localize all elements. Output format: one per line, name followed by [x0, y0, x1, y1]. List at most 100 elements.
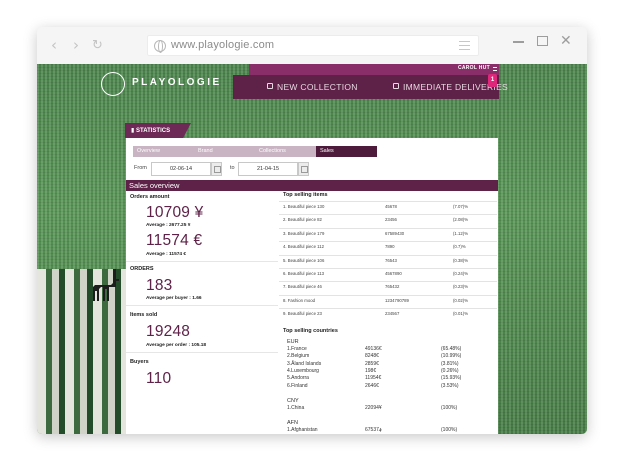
tab-collections[interactable]: Collections [255, 146, 316, 157]
nav-new-collection[interactable]: NEW COLLECTION [277, 82, 358, 92]
item-name: 7. Beautiful piece 46 [283, 284, 322, 290]
close-button[interactable]: ✕ [560, 33, 572, 49]
currency-label: CNY [287, 397, 299, 404]
country-name: 3.Åland Islands [287, 360, 322, 367]
tab-statistics[interactable]: ▮ STATISTICS [125, 123, 191, 138]
country-name: 6.Finland [287, 382, 308, 389]
country-name: 1.France [287, 346, 307, 352]
orders-label: ORDERS [130, 266, 154, 272]
table-row: 9. Beautiful piece 23 234567 (0.01)% [279, 308, 497, 317]
table-row: 3. Beautiful piece 179 67589430 (1.12)% [279, 227, 497, 237]
item-name: 1. Beautiful piece 130 [283, 204, 325, 209]
item-share: (0.38)% [453, 257, 469, 263]
item-quantity: 765432 [385, 284, 400, 290]
site-logo[interactable]: PLAYOLOGIE [132, 77, 222, 88]
item-name: 2. Beautiful piece 82 [283, 217, 322, 223]
tab-sales[interactable]: Sales [316, 146, 377, 157]
avg-eur: Average : 11574 € [146, 252, 187, 257]
country-amount: 8248€ [365, 353, 379, 360]
country-name: 2.Belgium [287, 353, 310, 360]
item-name: 4. Beautiful piece 112 [283, 244, 325, 250]
country-amount: 198€ [365, 367, 377, 374]
country-share: (15.93%) [441, 375, 462, 382]
item-quantity: 7890 [385, 244, 395, 250]
main-nav: NEW COLLECTION IMMEDIATE DELIVERIES [233, 75, 508, 99]
country-name: 5.Andorra [287, 375, 309, 382]
maximize-button[interactable] [537, 36, 548, 46]
country-share: (100%) [441, 427, 458, 434]
country-amount: 11954€ [365, 375, 382, 382]
reload-icon[interactable]: ↻ [92, 38, 103, 53]
amount-yen: 10709 ¥ [146, 204, 204, 221]
table-row: 8. Fashion mood 1234790789 (0.02)% [279, 294, 497, 304]
item-share: (1.12)% [453, 230, 469, 236]
currency-label: EUR [287, 339, 299, 345]
address-bar[interactable]: www.playologie.com [147, 35, 479, 56]
country-share: (3.81%) [441, 360, 459, 367]
collection-icon [267, 83, 273, 89]
item-quantity: 23456 [385, 217, 397, 223]
user-menu-icon[interactable] [493, 67, 497, 71]
country-share: (65.48%) [441, 346, 462, 352]
tab-statistics-label: STATISTICS [135, 128, 171, 134]
forward-button[interactable]: › [73, 38, 79, 53]
browser-window: ‹ › ↻ www.playologie.com ✕ PLAYOLOGIE CA… [37, 27, 587, 434]
item-share: (0.7)% [453, 244, 466, 250]
delivery-icon [393, 83, 399, 89]
from-calendar-icon[interactable] [211, 162, 222, 176]
country-amount: 2646€ [365, 382, 379, 389]
chart-icon: ▮ [131, 127, 135, 134]
items-avg: Average per order : 105.18 [146, 343, 207, 348]
divider [126, 305, 278, 306]
top-items-title: Top selling items [283, 192, 328, 198]
item-share: (2.08)% [453, 217, 469, 223]
orders-amount-label: Orders amount [130, 194, 170, 200]
top-countries-title: Top selling countries [283, 328, 338, 334]
list-item: 5.Andorra 11954€ (15.93%) [287, 375, 487, 382]
minimize-button[interactable] [513, 41, 524, 43]
divider [126, 261, 278, 262]
menu-icon[interactable] [459, 41, 470, 50]
from-date-input[interactable]: 02-06-14 [151, 162, 211, 176]
tab-brand[interactable]: Brand [194, 146, 255, 157]
country-amount: 67537؋ [365, 427, 382, 434]
logo-icon [101, 72, 125, 96]
notification-badge[interactable]: 1 [488, 74, 497, 87]
amount-eur: 11574 € [146, 232, 203, 249]
table-row: 6. Beautiful piece 113 4567890 (0.24)% [279, 268, 497, 277]
item-quantity: 4567890 [385, 271, 402, 276]
orders-avg: Average per buyer : 1.66 [146, 296, 202, 301]
to-date-input[interactable]: 21-04-15 [238, 162, 298, 176]
buyers-label: Buyers [130, 359, 149, 365]
item-quantity: 67589430 [385, 230, 405, 236]
item-name: 8. Fashion mood [283, 297, 316, 303]
to-label: to [230, 165, 235, 171]
url-text: www.playologie.com [171, 39, 275, 51]
back-button[interactable]: ‹ [51, 38, 57, 53]
item-quantity: 234567 [385, 311, 400, 317]
item-name: 6. Beautiful piece 113 [283, 271, 325, 276]
to-calendar-icon[interactable] [298, 162, 309, 176]
user-name[interactable]: CAROL HUT [458, 65, 490, 71]
country-name: 1.China [287, 404, 305, 411]
country-share: (100%) [441, 404, 458, 411]
items-sold-label: Items sold [130, 312, 158, 318]
country-share: (10.99%) [441, 353, 462, 360]
buyers-value: 110 [146, 370, 172, 387]
globe-icon [154, 40, 166, 53]
list-item: 3.Åland Islands 2859€ (3.81%) [287, 361, 487, 368]
list-item: 1.China 22094¥ (100%) [287, 405, 487, 412]
items-sold-value: 19248 [146, 323, 191, 340]
avg-yen: Average : 2677.25 ¥ [146, 223, 191, 228]
orders-value: 183 [146, 277, 173, 294]
metrics-column: Orders amount 10709 ¥ Average : 2677.25 … [126, 191, 278, 434]
item-quantity: 1234790789 [385, 297, 409, 303]
table-row: 1. Beautiful piece 130 45678 (7.07)% [279, 201, 497, 210]
country-amount: 49136€ [365, 346, 382, 352]
item-name: 9. Beautiful piece 23 [283, 311, 322, 317]
country-amount: 22094¥ [365, 404, 382, 411]
tab-overview[interactable]: Overview [133, 146, 194, 157]
item-share: (7.07)% [453, 204, 469, 209]
list-item: 4.Luxembourg 198€ (0.26%) [287, 368, 487, 375]
item-name: 5. Beautiful piece 106 [283, 257, 325, 263]
